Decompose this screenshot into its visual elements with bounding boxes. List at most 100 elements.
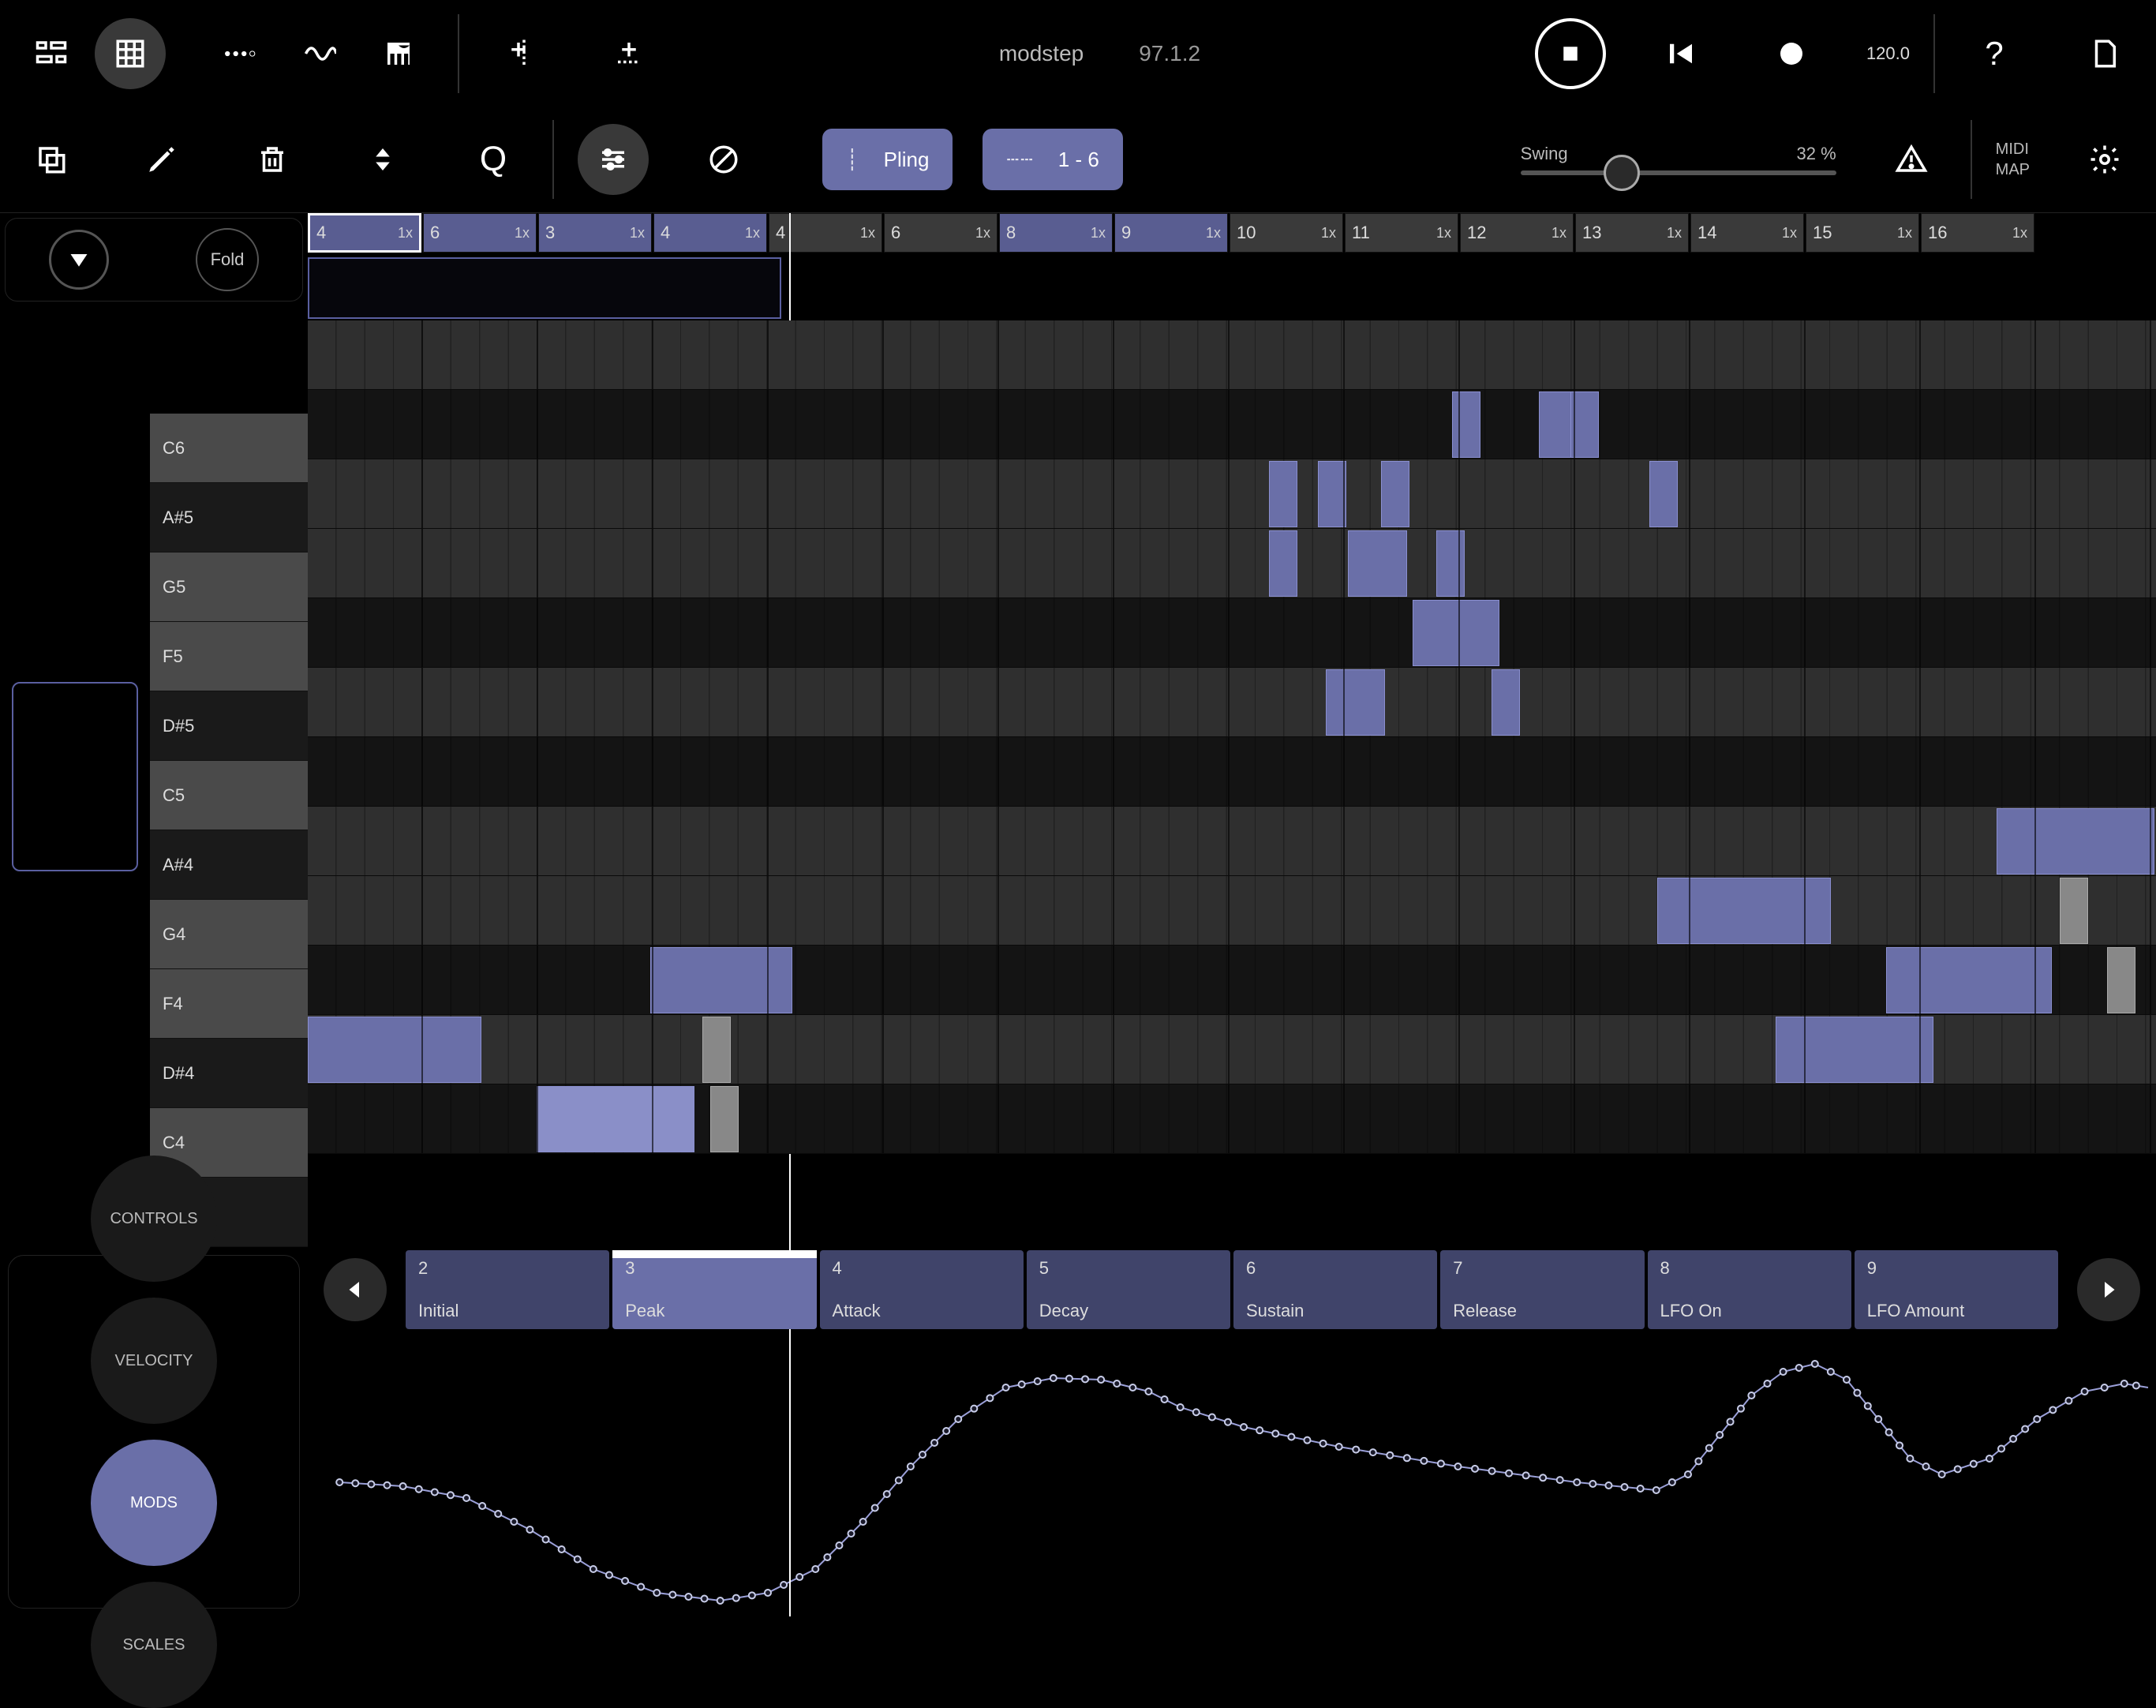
grid-row[interactable] (308, 876, 2156, 946)
pencil-icon[interactable] (126, 124, 197, 195)
grid-row[interactable] (308, 737, 2156, 807)
pattern-cell[interactable]: 81x (999, 213, 1113, 253)
note[interactable] (1649, 461, 1678, 527)
add-vertical-icon[interactable] (483, 18, 554, 89)
note[interactable] (537, 1086, 694, 1152)
pattern-cell[interactable]: 111x (1345, 213, 1458, 253)
warning-icon[interactable] (1876, 124, 1947, 195)
loop-region[interactable] (308, 257, 781, 319)
note[interactable] (1886, 947, 2052, 1013)
pattern-cell[interactable]: 41x (308, 213, 421, 253)
grid-row[interactable] (308, 320, 2156, 390)
grid-row[interactable] (308, 807, 2156, 876)
synth-icon[interactable] (363, 18, 434, 89)
note[interactable] (1381, 461, 1409, 527)
note[interactable] (1997, 808, 2154, 875)
help-icon[interactable]: ? (1959, 18, 2030, 89)
note[interactable] (1436, 530, 1465, 597)
grid-row[interactable] (308, 598, 2156, 668)
note-grid[interactable] (308, 320, 2156, 1247)
note[interactable] (1348, 530, 1407, 597)
piano-roll-icon[interactable] (95, 18, 166, 89)
pattern-cell[interactable]: 61x (423, 213, 537, 253)
grid-row[interactable] (308, 459, 2156, 529)
copy-icon[interactable] (16, 124, 87, 195)
velocity-button[interactable]: VELOCITY (91, 1298, 217, 1424)
minimap[interactable] (12, 682, 138, 871)
note[interactable] (1570, 391, 1599, 458)
document-icon[interactable] (2069, 18, 2140, 89)
note[interactable] (650, 947, 792, 1013)
note[interactable] (1657, 878, 1831, 944)
add-horizontal-icon[interactable] (593, 18, 664, 89)
grid-row[interactable] (308, 1084, 2156, 1154)
pattern-cell[interactable]: 41x (653, 213, 767, 253)
pattern-cell[interactable]: 61x (884, 213, 998, 253)
mod-tab[interactable]: 6Sustain (1233, 1250, 1437, 1329)
clip-range-pill[interactable]: ┄┄ 1 - 6 (983, 129, 1122, 190)
note[interactable] (1413, 600, 1499, 666)
step-icon[interactable] (205, 18, 276, 89)
pattern-cell[interactable]: 141x (1690, 213, 1804, 253)
fold-button[interactable]: Fold (196, 228, 259, 291)
pattern-cell[interactable]: 121x (1460, 213, 1574, 253)
grid-row[interactable] (308, 946, 2156, 1015)
mod-next-button[interactable] (2077, 1258, 2140, 1321)
mod-tab[interactable]: 9LFO Amount (1855, 1250, 2058, 1329)
grid-row[interactable] (308, 1015, 2156, 1084)
controls-icon[interactable] (578, 124, 649, 195)
mod-tab[interactable]: 8LFO On (1648, 1250, 1851, 1329)
pattern-cell[interactable]: 161x (1921, 213, 2034, 253)
controls-button[interactable]: CONTROLS (91, 1156, 217, 1282)
settings-icon[interactable] (2069, 124, 2140, 195)
mod-tab[interactable]: 5Decay (1027, 1250, 1230, 1329)
clip-name-pill[interactable]: ┊ Pling (822, 129, 953, 190)
grid-row[interactable] (308, 668, 2156, 737)
note[interactable] (2107, 947, 2135, 1013)
note[interactable] (1318, 461, 1346, 527)
swing-slider[interactable] (1521, 170, 1836, 175)
grid-row[interactable] (308, 529, 2156, 598)
note[interactable] (1492, 669, 1520, 736)
mod-tab[interactable]: 7Release (1440, 1250, 1644, 1329)
pattern-cell[interactable]: 91x (1114, 213, 1228, 253)
updown-icon[interactable] (347, 124, 418, 195)
note[interactable] (1269, 461, 1297, 527)
mod-tab[interactable]: 4Attack (820, 1250, 1024, 1329)
note[interactable] (1776, 1017, 1933, 1083)
pattern-cell[interactable]: 31x (538, 213, 652, 253)
note[interactable] (1326, 669, 1385, 736)
mod-tab[interactable]: 2Initial (406, 1250, 609, 1329)
note[interactable] (2060, 878, 2088, 944)
quantize-icon[interactable]: Q (458, 124, 529, 195)
wave-icon[interactable] (284, 18, 355, 89)
note[interactable] (702, 1017, 731, 1083)
note[interactable] (710, 1086, 739, 1152)
note[interactable] (308, 1017, 481, 1083)
collapse-button[interactable] (49, 230, 109, 290)
trash-icon[interactable] (237, 124, 308, 195)
pattern-cell[interactable]: 41x (769, 213, 882, 253)
scales-button[interactable]: SCALES (91, 1582, 217, 1708)
midi-map-button[interactable]: MIDI MAP (1996, 139, 2030, 180)
pattern-header[interactable]: 41x61x31x41x41x61x81x91x101x111x121x131x… (308, 213, 2156, 256)
arrange-icon[interactable] (16, 18, 87, 89)
stop-button[interactable] (1535, 18, 1606, 89)
note[interactable] (1452, 391, 1480, 458)
swing-thumb[interactable] (1604, 155, 1640, 191)
pattern-cell[interactable]: 101x (1230, 213, 1343, 253)
pattern-cell[interactable]: 151x (1806, 213, 1919, 253)
mods-button[interactable]: MODS (91, 1440, 217, 1566)
mod-tab[interactable]: 3Peak (612, 1250, 816, 1329)
modulation-curve[interactable] (308, 1332, 2156, 1616)
grid-row[interactable] (308, 390, 2156, 459)
note[interactable] (1269, 530, 1297, 597)
swing-control[interactable]: Swing 32 % (1521, 144, 1836, 175)
mute-icon[interactable] (688, 124, 759, 195)
record-button[interactable] (1756, 18, 1827, 89)
mod-prev-button[interactable] (324, 1258, 387, 1321)
pattern-cell[interactable]: 131x (1575, 213, 1689, 253)
note[interactable] (1539, 391, 1586, 458)
rewind-button[interactable] (1645, 18, 1716, 89)
tempo-value[interactable]: 120.0 (1866, 43, 1910, 64)
